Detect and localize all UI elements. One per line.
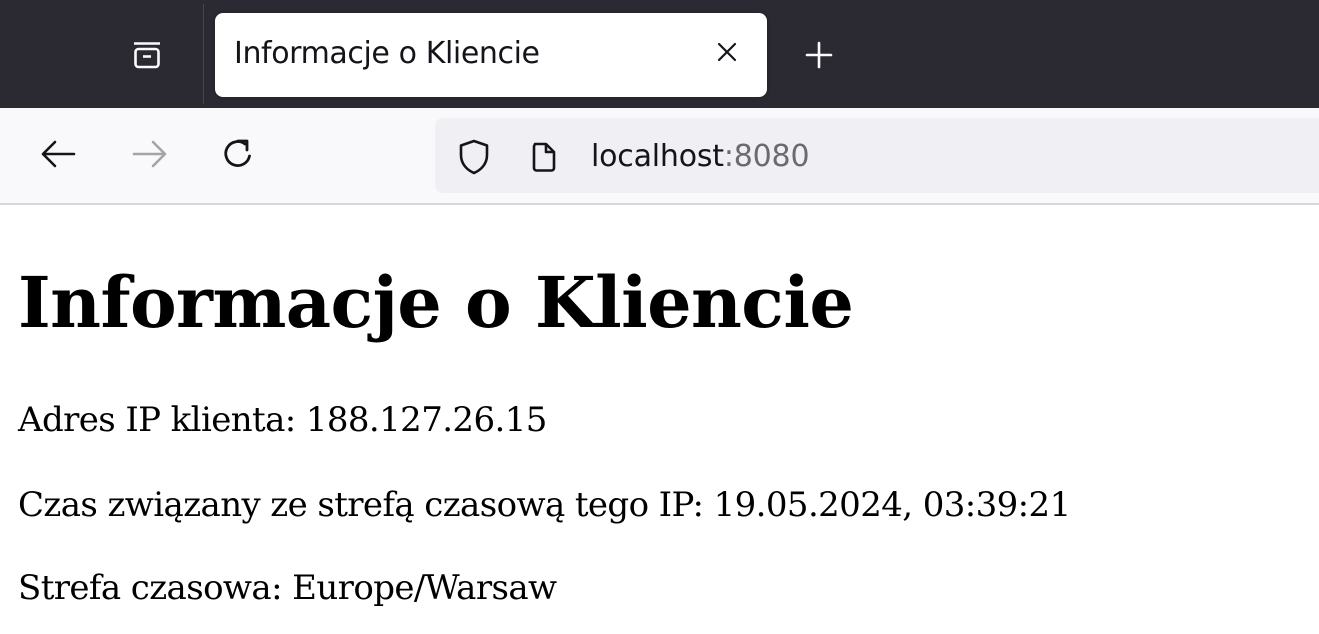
page-content: Informacje o Kliencie Adres IP klienta: …	[18, 205, 1313, 634]
client-ip-text: Adres IP klienta: 188.127.26.15	[18, 400, 547, 440]
close-tab-button[interactable]	[705, 32, 749, 76]
url-port: :8080	[723, 139, 810, 174]
tab-list-button[interactable]	[118, 30, 176, 84]
url-text[interactable]: localhost:8080	[591, 139, 810, 174]
forward-arrow-icon	[131, 139, 169, 173]
page-title: Informacje o Kliencie	[18, 261, 854, 344]
shield-icon[interactable]	[453, 138, 495, 176]
plus-icon	[805, 41, 833, 73]
client-time-text: Czas związany ze strefą czasową tego IP:…	[18, 485, 1071, 525]
reload-icon	[220, 136, 256, 176]
tab-strip-separator	[203, 4, 204, 104]
close-icon	[716, 41, 738, 67]
tab-title: Informacje o Kliencie	[234, 36, 540, 71]
timezone-text: Strefa czasowa: Europe/Warsaw	[18, 568, 557, 608]
url-host: localhost	[591, 139, 724, 174]
navigation-toolbar: localhost:8080	[0, 108, 1319, 203]
address-bar[interactable]: localhost:8080	[435, 118, 1319, 193]
reload-button[interactable]	[212, 130, 264, 182]
active-tab[interactable]: Informacje o Kliencie	[215, 13, 767, 97]
new-tab-button[interactable]	[795, 33, 843, 81]
forward-button[interactable]	[124, 130, 176, 182]
tab-strip: Informacje o Kliencie	[0, 0, 1319, 108]
tab-list-icon	[131, 40, 163, 74]
back-button[interactable]	[32, 130, 84, 182]
page-icon[interactable]	[525, 138, 563, 176]
back-arrow-icon	[39, 139, 77, 173]
